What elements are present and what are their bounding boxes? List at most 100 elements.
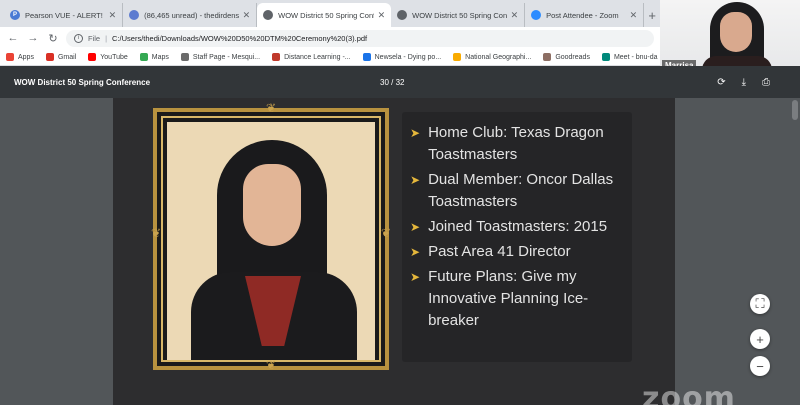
url-text: C:/Users/thedi/Downloads/WOW%20D50%20DTM… [112, 33, 368, 43]
bullet-list: ➤ Home Club: Texas Dragon Toastmasters ➤ D… [402, 112, 632, 332]
page-indicator[interactable]: 30 / 32 [380, 78, 404, 87]
pdf-tools: ⟳ ⤓ ⎙ [717, 77, 770, 88]
bookmark-goodreads[interactable]: Goodreads [543, 53, 590, 61]
meet-icon [601, 53, 610, 61]
pdf-viewer[interactable]: ❦ ❦ ❦ ❦ ➤ Home Club: Texas Dragon Toastma… [0, 98, 800, 405]
house-icon [272, 53, 281, 61]
zoom-in-button[interactable]: + [750, 329, 770, 349]
close-tab-icon[interactable]: ✕ [109, 10, 117, 21]
scrollbar-thumb[interactable] [792, 100, 798, 120]
pdf-title: WOW District 50 Spring Conference [14, 77, 151, 87]
frame-ornament-left: ❦ [150, 226, 162, 240]
bullet-text: Home Club: Texas Dragon Toastmasters [428, 124, 604, 163]
bookmarks-bar: Apps Gmail YouTube Maps Staff Page - Mes… [0, 49, 660, 66]
participant-face [720, 12, 752, 52]
pearson-favicon-icon: P [10, 10, 20, 20]
tab-mail[interactable]: (86,465 unread) - thedirdens@ ✕ [123, 3, 258, 27]
zoom-watermark: zoom [642, 381, 736, 405]
tab-strip: P Pearson VUE - ALERT! ✕ (86,465 unread)… [0, 0, 660, 27]
globe-icon [453, 53, 462, 61]
bookmark-label: Apps [18, 53, 34, 61]
new-tab-icon[interactable]: + [644, 3, 660, 27]
globe-favicon-icon [263, 10, 274, 20]
bookmark-label: Distance Learning -... [284, 53, 351, 61]
arrow-bullet-icon: ➤ [410, 270, 421, 284]
close-tab-icon[interactable]: ✕ [511, 10, 519, 21]
tab-title: Post Attendee - Zoom [546, 10, 619, 20]
pdf-toolbar: WOW District 50 Spring Conference 30 / 3… [0, 66, 800, 98]
scrollbar[interactable] [790, 98, 800, 405]
webcam-video[interactable]: Marrisa [660, 0, 800, 76]
close-tab-icon[interactable]: ✕ [243, 10, 251, 21]
browser-toolbar: ← → ↻ i File | C:/Users/thedi/Downloads/… [0, 27, 660, 49]
bookmark-newsela[interactable]: Newsela - Dying po... [362, 53, 442, 61]
frame-ornament-bottom: ❦ [265, 358, 277, 372]
bookmark-meet[interactable]: Meet - bnu-da [601, 53, 658, 61]
tab-zoom[interactable]: Post Attendee - Zoom ✕ [525, 3, 645, 27]
close-tab-icon[interactable]: ✕ [378, 10, 386, 21]
screen: P Pearson VUE - ALERT! ✕ (86,465 unread)… [0, 0, 800, 405]
bookmark-label: National Geographi... [465, 53, 532, 61]
bullet-item: ➤ Dual Member: Oncor Dallas Toastmasters [410, 169, 632, 213]
address-bar[interactable]: i File | C:/Users/thedi/Downloads/WOW%20… [66, 29, 654, 47]
bullet-text: Future Plans: Give my Innovative Plannin… [428, 268, 589, 329]
print-icon[interactable]: ⎙ [762, 77, 770, 88]
tab-title: Pearson VUE - ALERT! [25, 10, 103, 20]
bullet-text: Joined Toastmasters: 2015 [428, 218, 608, 235]
bookmark-label: Meet - bnu-da [613, 53, 658, 61]
globe-favicon-icon [397, 10, 408, 20]
school-icon [180, 53, 189, 61]
gmail-icon [45, 53, 54, 61]
slide-page: ❦ ❦ ❦ ❦ ➤ Home Club: Texas Dragon Toastma… [113, 98, 675, 405]
rotate-icon[interactable]: ⟳ [717, 77, 725, 88]
bullet-box: ➤ Home Club: Texas Dragon Toastmasters ➤ D… [402, 112, 632, 362]
portrait-photo [167, 122, 375, 360]
youtube-icon [88, 53, 97, 61]
file-label: File [88, 33, 101, 43]
bullet-text: Past Area 41 Director [428, 243, 571, 260]
portrait-face [243, 164, 301, 246]
tab-pearson[interactable]: P Pearson VUE - ALERT! ✕ [4, 3, 124, 27]
bookmark-distance-learning[interactable]: Distance Learning -... [272, 53, 351, 61]
maps-pin-icon [139, 53, 148, 61]
bullet-text: Dual Member: Oncor Dallas Toastmasters [428, 171, 614, 210]
arrow-bullet-icon: ➤ [410, 173, 421, 187]
bookmark-apps[interactable]: Apps [6, 53, 34, 61]
tab-title: WOW District 50 Spring Confer [412, 10, 507, 20]
apps-grid-icon [6, 53, 14, 61]
bullet-item: ➤ Future Plans: Give my Innovative Planni… [410, 266, 632, 332]
download-icon[interactable]: ⤓ [742, 77, 746, 88]
bullet-item: ➤ Joined Toastmasters: 2015 [410, 216, 632, 238]
divider: | [105, 33, 108, 43]
zoom-out-button[interactable]: − [750, 356, 770, 376]
bookmark-staff-page[interactable]: Staff Page - Mesqui... [180, 53, 261, 61]
bookmark-gmail[interactable]: Gmail [45, 53, 76, 61]
back-icon[interactable]: ← [6, 32, 20, 44]
bookmark-label: Staff Page - Mesqui... [192, 53, 261, 61]
reload-icon[interactable]: ↻ [46, 32, 60, 45]
bookmark-label: Maps [151, 53, 169, 61]
tab-pdf-2[interactable]: WOW District 50 Spring Confer ✕ [391, 3, 526, 27]
bullet-item: ➤ Home Club: Texas Dragon Toastmasters [410, 122, 632, 166]
portrait-frame [153, 108, 389, 370]
tab-pdf-active[interactable]: WOW District 50 Spring Confe ✕ [257, 3, 392, 27]
forward-icon[interactable]: → [26, 32, 40, 44]
bookmark-label: Newsela - Dying po... [374, 53, 442, 61]
arrow-bullet-icon: ➤ [410, 245, 421, 259]
info-icon[interactable]: i [74, 33, 83, 43]
frame-ornament-top: ❦ [265, 101, 277, 115]
bookmark-maps[interactable]: Maps [139, 53, 169, 61]
bookmark-natgeo[interactable]: National Geographi... [453, 53, 531, 61]
fit-to-page-button[interactable]: ⛶ [750, 294, 770, 314]
tab-title: WOW District 50 Spring Confe [278, 10, 374, 20]
bullet-item: ➤ Past Area 41 Director [410, 241, 632, 263]
arrow-bullet-icon: ➤ [410, 126, 421, 140]
close-tab-icon[interactable]: ✕ [630, 10, 638, 21]
mail-favicon-icon [129, 10, 140, 20]
goodreads-icon [543, 53, 552, 61]
bookmark-label: Goodreads [555, 53, 590, 61]
bookmark-youtube[interactable]: YouTube [88, 53, 128, 61]
bookmark-label: YouTube [100, 53, 128, 61]
tab-title: (86,465 unread) - thedirdens@ [144, 10, 239, 20]
newsela-icon [362, 53, 371, 61]
